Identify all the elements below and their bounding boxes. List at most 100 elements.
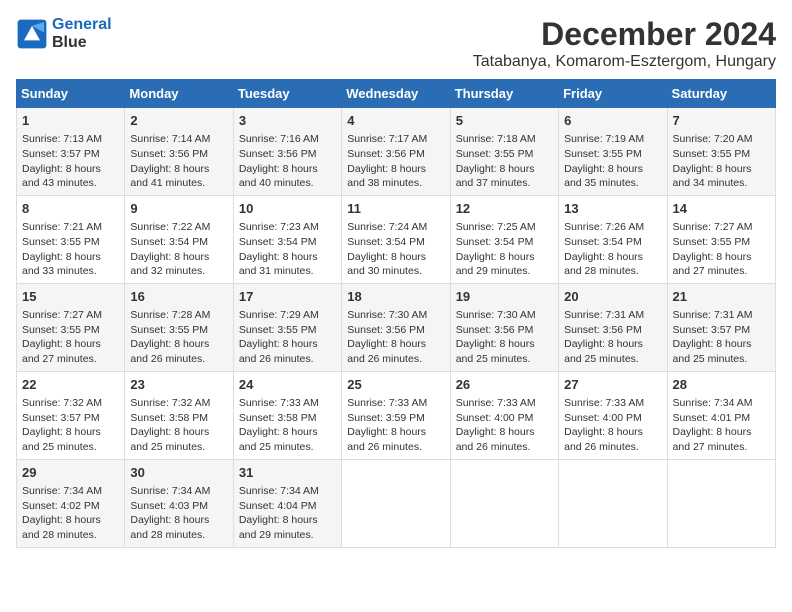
day-number: 17: [239, 288, 336, 306]
sunset: Sunset: 3:55 PM: [564, 148, 642, 160]
sunrise: Sunrise: 7:20 AM: [673, 133, 753, 145]
day-number: 18: [347, 288, 444, 306]
sunrise: Sunrise: 7:28 AM: [130, 309, 210, 321]
day-number: 22: [22, 376, 119, 394]
sunrise: Sunrise: 7:16 AM: [239, 133, 319, 145]
daylight: Daylight: 8 hours and 34 minutes.: [673, 163, 752, 190]
sunrise: Sunrise: 7:23 AM: [239, 221, 319, 233]
calendar-week-row: 29Sunrise: 7:34 AMSunset: 4:02 PMDayligh…: [17, 459, 776, 547]
calendar-cell: 29Sunrise: 7:34 AMSunset: 4:02 PMDayligh…: [17, 459, 125, 547]
sunset: Sunset: 4:03 PM: [130, 500, 208, 512]
day-number: 29: [22, 464, 119, 482]
sunset: Sunset: 3:55 PM: [130, 324, 208, 336]
header-tuesday: Tuesday: [233, 80, 341, 108]
sunset: Sunset: 3:54 PM: [239, 236, 317, 248]
logo-icon: [16, 18, 48, 50]
calendar-week-row: 22 Sunrise: 7:32 AM Sunset: 3:57 PM Dayligh…: [17, 371, 776, 459]
sunset: Sunset: 3:54 PM: [130, 236, 208, 248]
sunset: Sunset: 3:59 PM: [347, 412, 425, 424]
sunrise: Sunrise: 7:32 AM: [22, 397, 102, 409]
sunrise: Sunrise: 7:27 AM: [673, 221, 753, 233]
calendar-week-row: 8Sunrise: 7:21 AMSunset: 3:55 PMDaylight…: [17, 195, 776, 283]
sunrise: Sunrise: 7:19 AM: [564, 133, 644, 145]
daylight: Daylight: 8 hours and 27 minutes.: [22, 338, 101, 365]
daylight: Daylight: 8 hours and 25 minutes.: [456, 338, 535, 365]
calendar-cell: 23Sunrise: 7:32 AMSunset: 3:58 PMDayligh…: [125, 371, 233, 459]
daylight: Daylight: 8 hours and 30 minutes.: [347, 251, 426, 278]
sunset: Sunset: 3:57 PM: [673, 324, 751, 336]
calendar-cell: 15Sunrise: 7:27 AMSunset: 3:55 PMDayligh…: [17, 283, 125, 371]
calendar-cell: 1Sunrise: 7:13 AMSunset: 3:57 PMDaylight…: [17, 108, 125, 196]
sunrise: Sunrise: 7:34 AM: [239, 485, 319, 497]
calendar-cell: 13Sunrise: 7:26 AMSunset: 3:54 PMDayligh…: [559, 195, 667, 283]
calendar-cell: 10Sunrise: 7:23 AMSunset: 3:54 PMDayligh…: [233, 195, 341, 283]
daylight: Daylight: 8 hours and 38 minutes.: [347, 163, 426, 190]
sunset: Sunset: 3:58 PM: [239, 412, 317, 424]
day-number: 19: [456, 288, 553, 306]
sunset: Sunset: 3:56 PM: [239, 148, 317, 160]
daylight: Daylight: 8 hours and 31 minutes.: [239, 251, 318, 278]
header-wednesday: Wednesday: [342, 80, 450, 108]
calendar-cell: [342, 459, 450, 547]
sunset: Sunset: 3:55 PM: [22, 324, 100, 336]
day-number: 15: [22, 288, 119, 306]
sunrise: Sunrise: 7:21 AM: [22, 221, 102, 233]
calendar-cell: 2Sunrise: 7:14 AMSunset: 3:56 PMDaylight…: [125, 108, 233, 196]
sunrise: Sunrise: 7:32 AM: [130, 397, 210, 409]
daylight: Daylight: 8 hours and 25 minutes.: [673, 338, 752, 365]
daylight: Daylight: 8 hours and 33 minutes.: [22, 251, 101, 278]
header-monday: Monday: [125, 80, 233, 108]
day-number: 2: [130, 112, 227, 130]
day-number: 23: [130, 376, 227, 394]
daylight: Daylight: 8 hours and 43 minutes.: [22, 163, 101, 190]
daylight: Daylight: 8 hours and 28 minutes.: [22, 514, 101, 541]
calendar-cell: 9Sunrise: 7:22 AMSunset: 3:54 PMDaylight…: [125, 195, 233, 283]
day-number: 30: [130, 464, 227, 482]
calendar-cell: [667, 459, 775, 547]
day-number: 9: [130, 200, 227, 218]
calendar-cell: 7Sunrise: 7:20 AMSunset: 3:55 PMDaylight…: [667, 108, 775, 196]
day-number: 11: [347, 200, 444, 218]
sunrise: Sunrise: 7:34 AM: [673, 397, 753, 409]
day-number: 21: [673, 288, 770, 306]
day-number: 6: [564, 112, 661, 130]
daylight: Daylight: 8 hours and 26 minutes.: [347, 426, 426, 453]
sunset: Sunset: 3:54 PM: [347, 236, 425, 248]
day-number: 12: [456, 200, 553, 218]
calendar-cell: 16Sunrise: 7:28 AMSunset: 3:55 PMDayligh…: [125, 283, 233, 371]
calendar-cell: 30Sunrise: 7:34 AMSunset: 4:03 PMDayligh…: [125, 459, 233, 547]
header-friday: Friday: [559, 80, 667, 108]
sunset: Sunset: 3:55 PM: [22, 236, 100, 248]
sunset: Sunset: 3:57 PM: [22, 148, 100, 160]
sunset: Sunset: 3:56 PM: [347, 148, 425, 160]
calendar-cell: 14Sunrise: 7:27 AMSunset: 3:55 PMDayligh…: [667, 195, 775, 283]
day-number: 7: [673, 112, 770, 130]
calendar-cell: 4Sunrise: 7:17 AMSunset: 3:56 PMDaylight…: [342, 108, 450, 196]
page-header: General Blue December 2024 Tatabanya, Ko…: [16, 16, 776, 71]
daylight: Daylight: 8 hours and 26 minutes.: [239, 338, 318, 365]
sunrise: Sunrise: 7:34 AM: [22, 485, 102, 497]
header-saturday: Saturday: [667, 80, 775, 108]
daylight: Daylight: 8 hours and 40 minutes.: [239, 163, 318, 190]
daylight: Daylight: 8 hours and 25 minutes.: [564, 338, 643, 365]
day-number: 5: [456, 112, 553, 130]
month-title: December 2024: [473, 16, 776, 53]
sunset: Sunset: 3:57 PM: [22, 412, 100, 424]
sunrise: Sunrise: 7:33 AM: [564, 397, 644, 409]
day-number: 3: [239, 112, 336, 130]
calendar-cell: 12Sunrise: 7:25 AMSunset: 3:54 PMDayligh…: [450, 195, 558, 283]
sunset: Sunset: 4:04 PM: [239, 500, 317, 512]
sunrise: Sunrise: 7:33 AM: [239, 397, 319, 409]
daylight: Daylight: 8 hours and 41 minutes.: [130, 163, 209, 190]
calendar-cell: 22 Sunrise: 7:32 AM Sunset: 3:57 PM Dayligh…: [17, 371, 125, 459]
sunrise: Sunrise: 7:34 AM: [130, 485, 210, 497]
sunset: Sunset: 3:56 PM: [456, 324, 534, 336]
daylight: Daylight: 8 hours and 29 minutes.: [239, 514, 318, 541]
calendar-cell: 17Sunrise: 7:29 AMSunset: 3:55 PMDayligh…: [233, 283, 341, 371]
sunrise: Sunrise: 7:14 AM: [130, 133, 210, 145]
day-number: 20: [564, 288, 661, 306]
calendar-cell: 27Sunrise: 7:33 AMSunset: 4:00 PMDayligh…: [559, 371, 667, 459]
logo: General Blue: [16, 16, 112, 52]
sunrise: Sunrise: 7:33 AM: [456, 397, 536, 409]
daylight: Daylight: 8 hours and 25 minutes.: [22, 426, 101, 453]
